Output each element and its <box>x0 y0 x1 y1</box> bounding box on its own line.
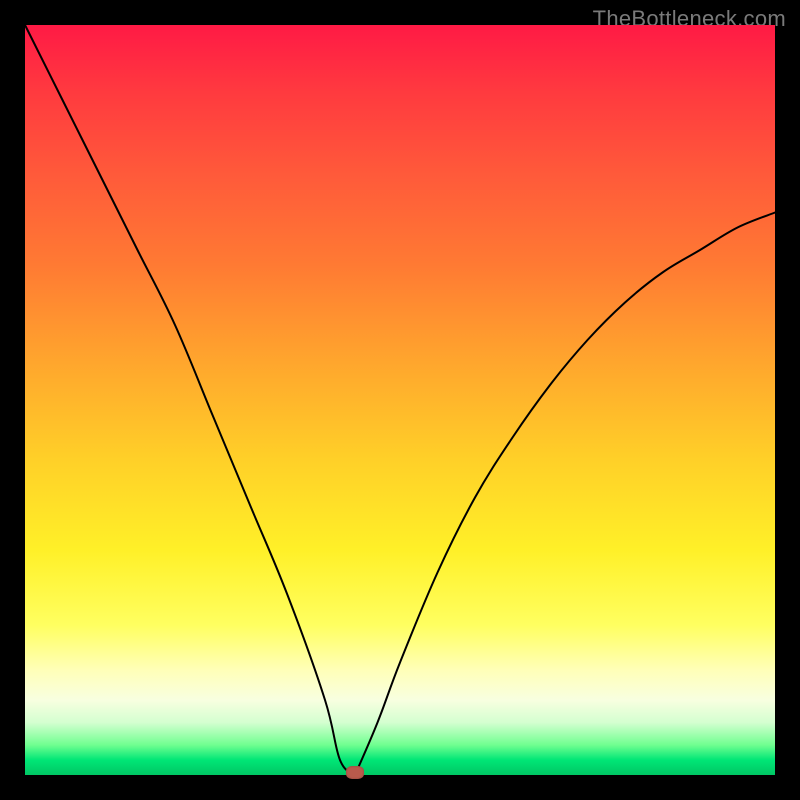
curve-left-branch <box>25 25 355 775</box>
curve-right-branch <box>355 213 775 776</box>
notch-marker <box>346 766 364 779</box>
plot-area <box>25 25 775 775</box>
chart-frame: TheBottleneck.com <box>0 0 800 800</box>
bottleneck-curve <box>25 25 775 775</box>
